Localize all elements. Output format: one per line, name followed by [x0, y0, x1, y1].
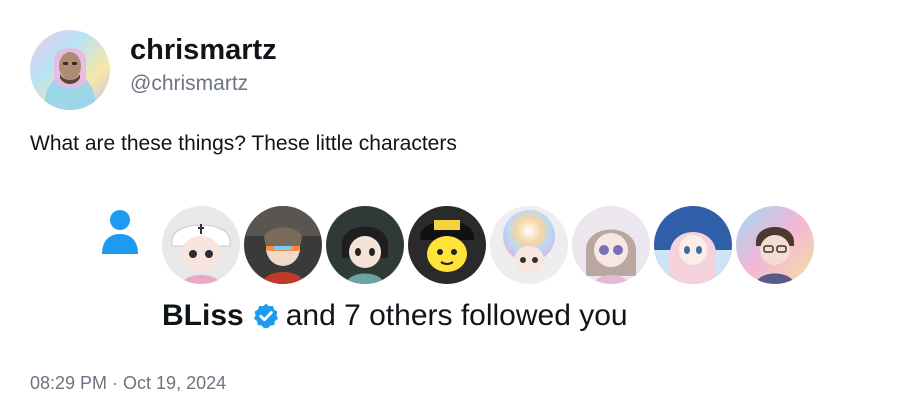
follow-notification-text: BLiss and 7 others followed you: [162, 296, 628, 336]
follower-avatar-6: [572, 206, 650, 284]
follower-avatar-7: [654, 206, 732, 284]
follower-avatar-1: [162, 206, 240, 284]
follower-avatar-5: [490, 206, 568, 284]
author-display-name[interactable]: chrismartz: [130, 30, 277, 70]
verified-badge-icon: [253, 303, 278, 329]
follower-avatar-4: [408, 206, 486, 284]
tweet-text: What are these things? These little char…: [30, 132, 457, 155]
tweet-timestamp[interactable]: 08:29 PM · Oct 19, 2024: [30, 370, 226, 396]
follower-name: BLiss: [162, 299, 244, 332]
follow-message: and 7 others followed you: [285, 299, 628, 332]
author-avatar[interactable]: [30, 30, 110, 110]
follower-avatar-2: [244, 206, 322, 284]
follower-avatar-8: [736, 206, 814, 284]
follower-avatar-3: [326, 206, 404, 284]
person-icon: [102, 210, 138, 254]
embedded-notification-image[interactable]: BLiss and 7 others followed you: [96, 198, 836, 348]
author-handle[interactable]: @chrismartz: [130, 70, 248, 98]
